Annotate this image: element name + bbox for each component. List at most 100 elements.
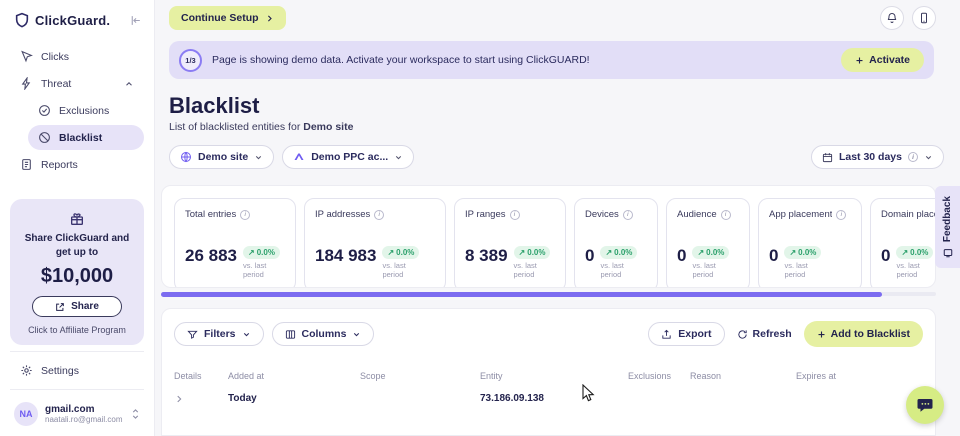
promo-title: Share ClickGuard and get up to (18, 232, 136, 259)
chevron-updown-icon (131, 408, 140, 420)
chat-launcher-button[interactable] (906, 386, 944, 424)
trend-up-icon: ↗ (789, 248, 796, 257)
stat-label: Domain placement (881, 209, 936, 220)
sidebar-item-clicks[interactable]: Clicks (10, 44, 144, 69)
stat-label: Total entries (185, 209, 236, 220)
column-header[interactable]: Reason (690, 371, 796, 381)
info-icon[interactable]: i (240, 210, 250, 220)
demo-data-banner: 1/3 Page is showing demo data. Activate … (169, 41, 934, 79)
clicks-icon (20, 50, 33, 63)
vs-last-period: vs. last period (600, 261, 636, 280)
funnel-icon (187, 329, 198, 340)
trend-badge: ↗0.0% (896, 246, 933, 259)
avatar: NA (14, 402, 38, 426)
vs-last-period: vs. last period (692, 261, 728, 280)
column-header[interactable]: Details (174, 371, 228, 381)
sidebar-item-settings[interactable]: Settings (10, 358, 144, 383)
info-icon[interactable]: i (510, 210, 520, 220)
trend-badge: ↗0.0% (243, 246, 280, 259)
cell-added-at: Today (228, 393, 360, 404)
columns-button[interactable]: Columns (272, 322, 375, 346)
sidebar-bottom: Settings NA gmail.com naatali.ro@gmail.c… (10, 345, 144, 428)
chevron-down-icon (924, 153, 933, 162)
divider (10, 351, 144, 352)
ppc-account-selector[interactable]: Demo PPC ac... (282, 145, 414, 169)
export-button[interactable]: Export (648, 322, 724, 346)
date-range-selector[interactable]: Last 30 days i (811, 145, 944, 169)
sidebar-item-label: Blacklist (59, 132, 102, 144)
feedback-tab[interactable]: Feedback (935, 186, 960, 268)
filters-button[interactable]: Filters (174, 322, 264, 346)
trend-badge: ↗0.0% (382, 246, 419, 259)
table-row[interactable]: Today 73.186.09.138 (174, 393, 923, 404)
chevron-down-icon (254, 153, 263, 162)
add-to-blacklist-button[interactable]: Add to Blacklist (804, 321, 923, 347)
sidebar-collapse-icon[interactable] (129, 14, 142, 27)
app-window: ClickGuard. Clicks Threat (0, 0, 960, 436)
stat-value: 26 883 (185, 246, 237, 266)
sidebar: ClickGuard. Clicks Threat (0, 0, 155, 436)
trend-up-icon: ↗ (901, 248, 908, 257)
continue-setup-button[interactable]: Continue Setup (169, 6, 286, 30)
info-icon[interactable]: i (836, 210, 846, 220)
export-icon (661, 329, 672, 340)
activate-button[interactable]: Activate (841, 48, 924, 72)
site-selector[interactable]: Demo site (169, 145, 274, 169)
stat-card-app-placement: App placementi 0 ↗0.0%vs. last period (758, 198, 862, 288)
vs-last-period: vs. last period (382, 261, 418, 280)
sidebar-item-reports[interactable]: Reports (10, 152, 144, 177)
gear-icon (20, 364, 33, 377)
sidebar-item-exclusions[interactable]: Exclusions (28, 98, 144, 123)
info-icon[interactable]: i (721, 210, 731, 220)
affiliate-promo-card: Share ClickGuard and get up to $10,000 S… (10, 199, 144, 345)
stat-label: Devices (585, 209, 619, 220)
column-header[interactable]: Expires at (796, 371, 923, 381)
info-icon: i (908, 152, 918, 162)
sidebar-item-blacklist[interactable]: Blacklist (28, 125, 144, 150)
filter-chips-row: Demo site Demo PPC ac... Last 30 days (169, 145, 936, 169)
notifications-button[interactable] (880, 6, 904, 30)
column-header[interactable]: Scope (360, 371, 480, 381)
chevron-down-icon (394, 153, 403, 162)
share-button[interactable]: Share (32, 296, 122, 317)
info-icon[interactable]: i (623, 210, 633, 220)
trend-up-icon: ↗ (519, 248, 526, 257)
device-button[interactable] (912, 6, 936, 30)
plus-icon (817, 330, 826, 339)
plus-icon (855, 56, 864, 65)
banner-message: Page is showing demo data. Activate your… (212, 54, 590, 66)
column-header[interactable]: Added at (228, 371, 360, 381)
user-name: gmail.com (45, 404, 122, 415)
column-header[interactable]: Exclusions (628, 371, 690, 381)
sidebar-item-threat[interactable]: Threat (10, 71, 144, 96)
feedback-label: Feedback (942, 196, 953, 242)
bell-icon (886, 12, 898, 24)
stat-label: IP addresses (315, 209, 370, 220)
stats-panel: Total entries i 26 883 ↗0.0% vs. last peri… (161, 185, 936, 288)
refresh-button[interactable]: Refresh (737, 328, 792, 340)
topbar: Continue Setup (161, 0, 936, 36)
trend-up-icon: ↗ (697, 248, 704, 257)
stat-card-audience: Audiencei 0 ↗0.0%vs. last period (666, 198, 750, 288)
affiliate-link[interactable]: Click to Affiliate Program (18, 325, 136, 335)
stat-value: 0 (585, 246, 594, 266)
user-menu[interactable]: NA gmail.com naatali.ro@gmail.com (10, 396, 144, 428)
stat-card-ip-ranges: IP rangesi 8 389 ↗0.0%vs. last period (454, 198, 566, 288)
cell-entity: 73.186.09.138 (480, 393, 628, 404)
reports-icon (20, 158, 33, 171)
external-link-icon (55, 302, 65, 312)
setup-progress-badge: 1/3 (179, 49, 202, 72)
table-header-row: Details Added at Scope Entity Exclusions… (174, 371, 923, 381)
trend-badge: ↗0.0% (784, 246, 821, 259)
page-title: Blacklist (169, 93, 936, 119)
column-header[interactable]: Entity (480, 371, 628, 381)
stat-card-total-entries: Total entriesi 26 883 ↗0.0%vs. last peri… (174, 198, 296, 288)
info-icon[interactable]: i (374, 210, 384, 220)
scrollbar-thumb[interactable] (161, 292, 882, 297)
row-expand-icon[interactable] (174, 394, 228, 404)
exclusions-icon (38, 104, 51, 117)
mobile-icon (918, 12, 930, 24)
stat-card-domain-placement: Domain placementi 0 ↗0.0%vs. last period (870, 198, 936, 288)
chevron-down-icon (352, 330, 361, 339)
calendar-icon (822, 152, 833, 163)
